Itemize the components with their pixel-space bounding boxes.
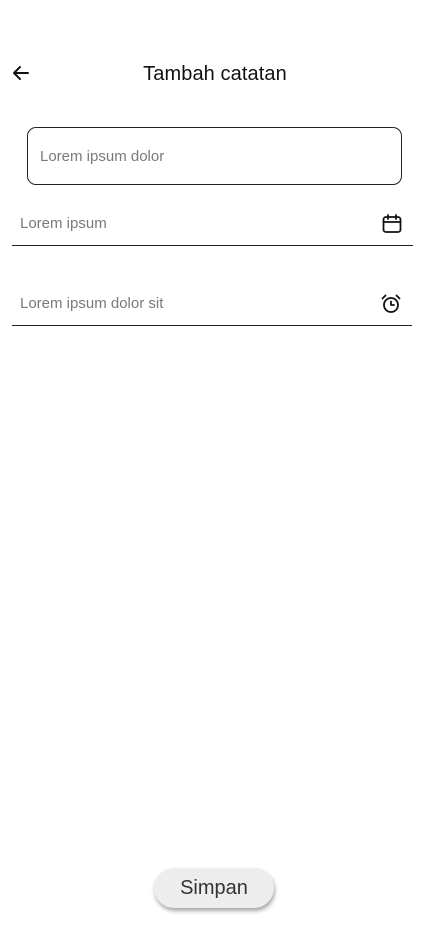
date-field	[12, 202, 413, 246]
page-title: Tambah catatan	[143, 63, 287, 85]
calendar-icon[interactable]	[379, 211, 405, 237]
time-input[interactable]	[12, 282, 378, 325]
note-title-input[interactable]	[27, 127, 402, 185]
save-button[interactable]: Simpan	[154, 868, 274, 908]
app-header: Tambah catatan	[0, 56, 430, 94]
add-note-screen: Tambah catatan Simpan	[0, 0, 430, 932]
alarm-clock-icon[interactable]	[378, 291, 404, 317]
date-input[interactable]	[12, 202, 379, 245]
time-field	[12, 282, 412, 326]
